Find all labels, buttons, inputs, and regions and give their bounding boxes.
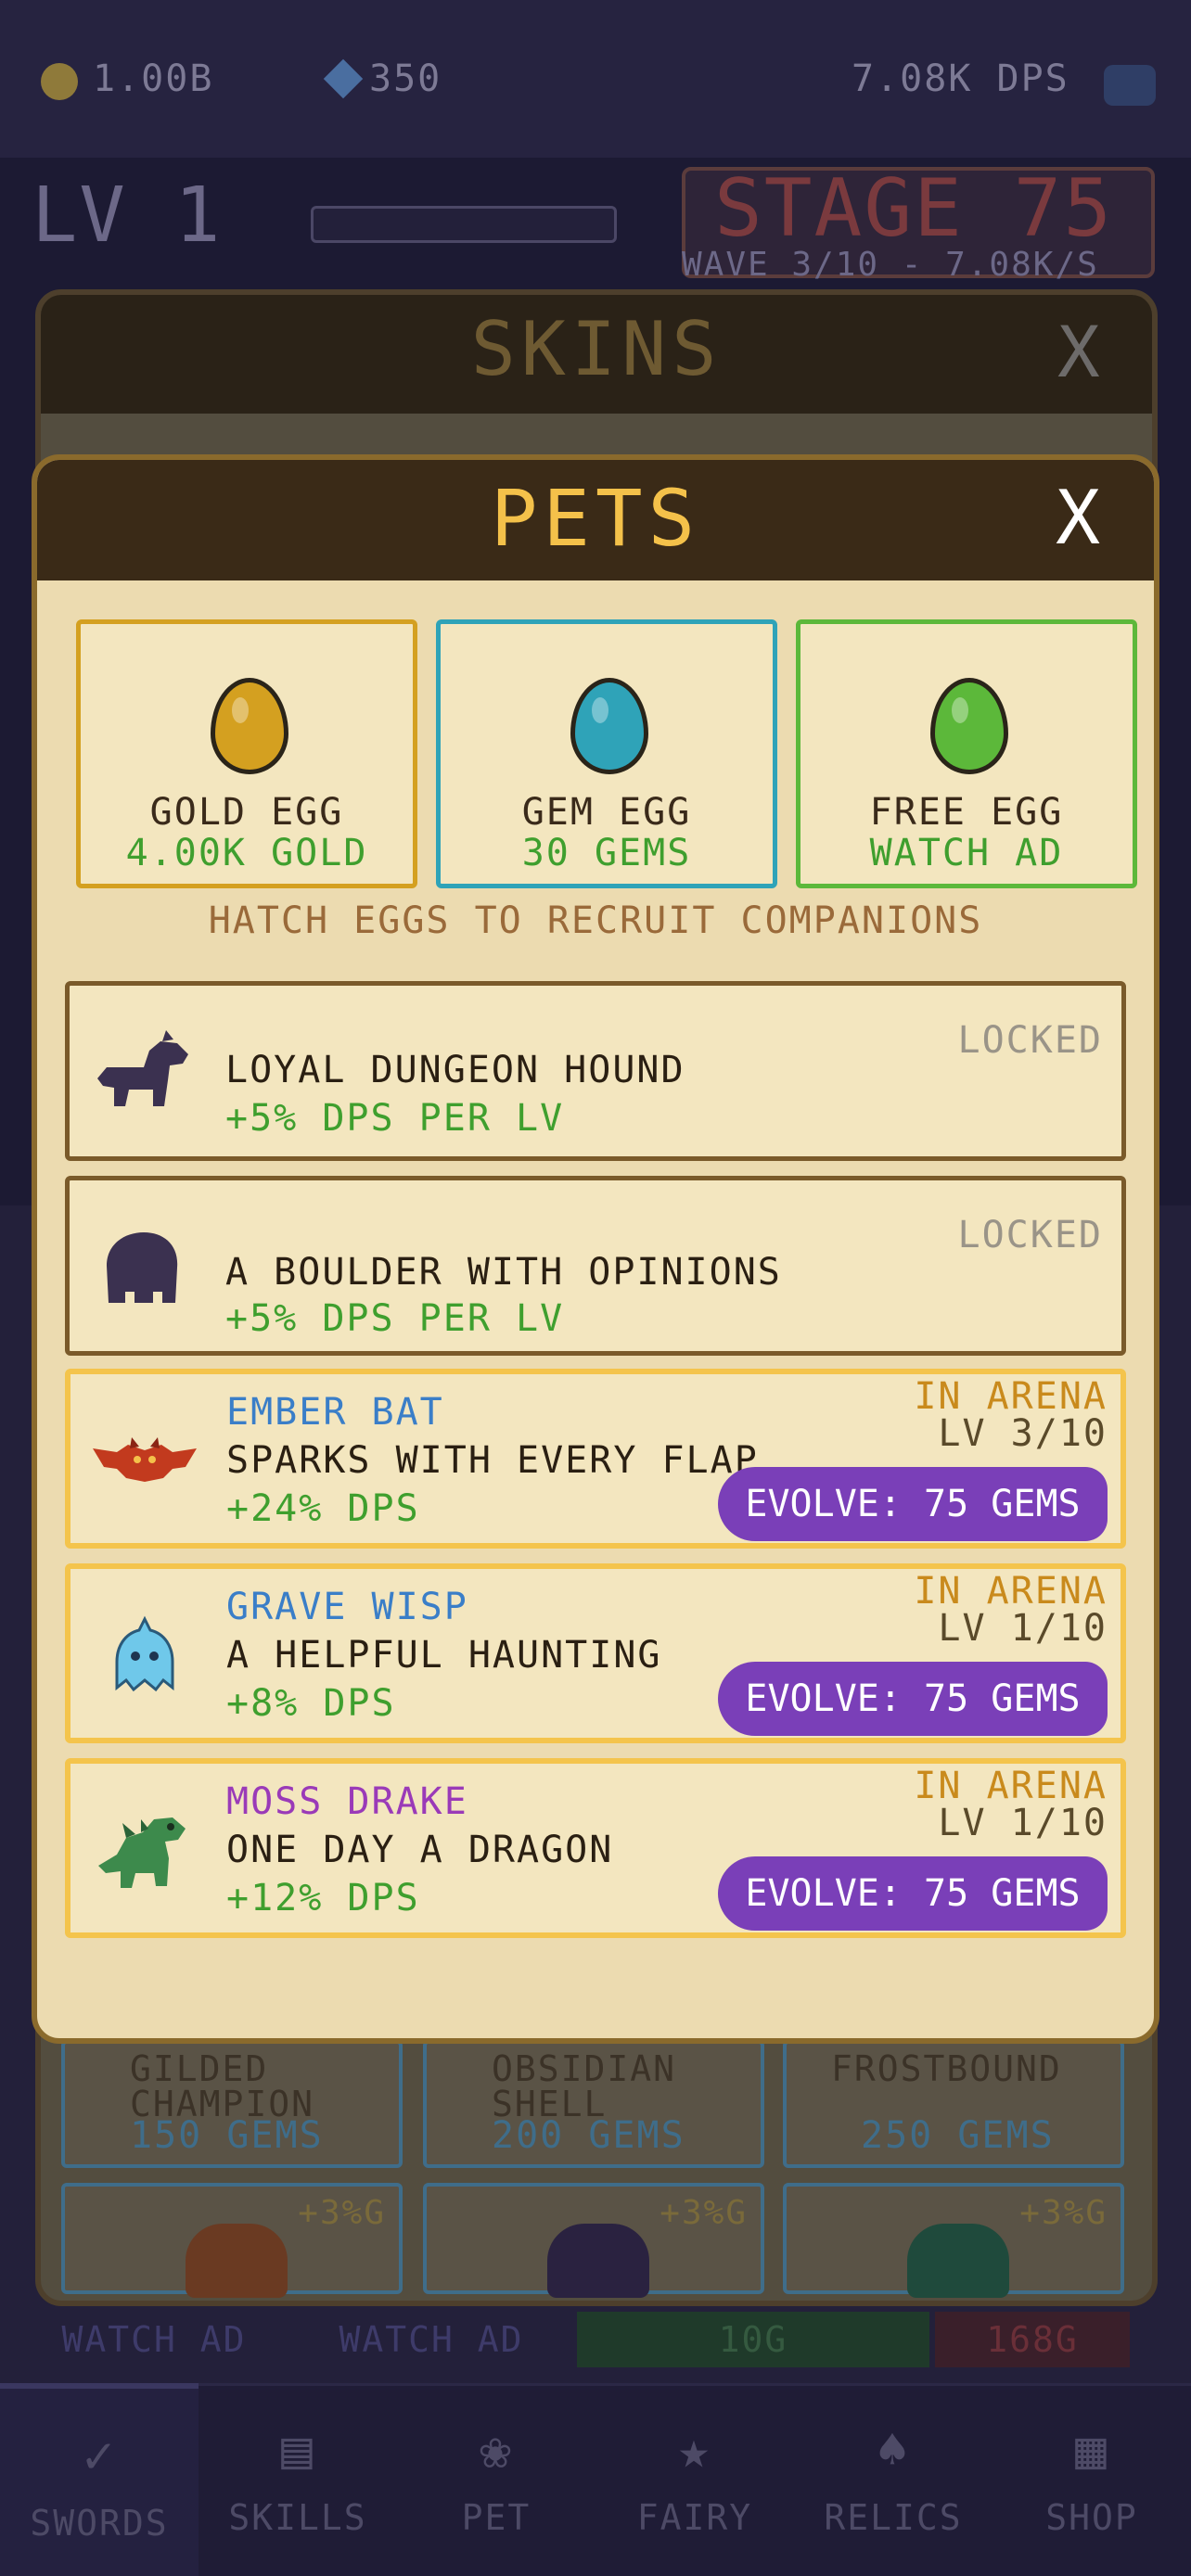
skin-price: 250 GEMS bbox=[861, 2114, 1055, 2157]
pet-name: EMBER BAT bbox=[226, 1391, 444, 1434]
skin-preview-card[interactable]: +3%G bbox=[61, 2183, 403, 2298]
pet-row-moss-drake[interactable]: MOSS DRAKE ONE DAY A DRAGON +12% DPS IN … bbox=[65, 1758, 1126, 1938]
pet-level: LV 3/10 bbox=[938, 1412, 1108, 1455]
skins-close-button[interactable]: X bbox=[1057, 311, 1102, 393]
pet-bonus: +24% DPS bbox=[226, 1487, 420, 1530]
gold-coin-icon bbox=[41, 63, 78, 100]
evolve-button[interactable]: EVOLVE: 75 GEMS bbox=[718, 1856, 1108, 1931]
boulder-silhouette-icon bbox=[107, 1232, 178, 1303]
player-level: LV 1 bbox=[32, 172, 223, 260]
skin-watch-ad-button[interactable]: WATCH AD bbox=[61, 2312, 247, 2367]
pet-description: ONE DAY A DRAGON bbox=[226, 1829, 614, 1871]
free-egg-icon bbox=[930, 678, 1008, 774]
pet-row-ember-bat[interactable]: EMBER BAT SPARKS WITH EVERY FLAP +24% DP… bbox=[65, 1369, 1126, 1549]
gold-amount: 1.00B bbox=[93, 57, 214, 100]
skin-card-gilded-champion[interactable]: GILDED CHAMPION 150 GEMS bbox=[61, 2040, 403, 2168]
skin-preview-card[interactable]: +3%G bbox=[783, 2183, 1124, 2298]
pet-bonus: +12% DPS bbox=[226, 1877, 420, 1919]
grave-wisp-icon bbox=[115, 1615, 174, 1692]
pet-description: A BOULDER WITH OPINIONS bbox=[225, 1251, 782, 1294]
skin-preview-card[interactable]: +3%G bbox=[423, 2183, 764, 2298]
egg-name: GEM EGG bbox=[521, 791, 692, 834]
pet-description: LOYAL DUNGEON HOUND bbox=[225, 1049, 685, 1091]
pets-title: PETS bbox=[490, 473, 701, 564]
skin-figure-icon bbox=[186, 2224, 288, 2298]
level-progress-bar bbox=[311, 206, 617, 243]
pets-close-button[interactable]: X bbox=[1056, 475, 1102, 561]
skin-card-obsidian-shell[interactable]: OBSIDIAN SHELL 200 GEMS bbox=[423, 2040, 764, 2168]
pet-arena-status: IN ARENA LV 1/10 bbox=[914, 1765, 1108, 1844]
skin-bonus: +3%G bbox=[660, 2194, 748, 2232]
pet-name: MOSS DRAKE bbox=[226, 1780, 468, 1823]
pet-level: LV 1/10 bbox=[938, 1607, 1108, 1650]
nav-tab-shop[interactable]: ▦ SHOP bbox=[992, 2383, 1191, 2576]
gem-amount: 350 bbox=[369, 57, 442, 100]
pet-bonus: +5% DPS PER LV bbox=[225, 1297, 565, 1340]
hatch-hint: HATCH EGGS TO RECRUIT COMPANIONS bbox=[208, 899, 983, 942]
evolve-button[interactable]: EVOLVE: 75 GEMS bbox=[718, 1467, 1108, 1541]
skin-name: FROSTBOUND bbox=[831, 2048, 1062, 2089]
settings-icon[interactable] bbox=[1104, 65, 1156, 106]
gem-egg-card[interactable]: GEM EGG 30 GEMS bbox=[436, 619, 777, 888]
pet-description: A HELPFUL HAUNTING bbox=[226, 1634, 662, 1677]
pet-bonus: +8% DPS bbox=[226, 1682, 396, 1725]
egg-cost: 30 GEMS bbox=[521, 832, 692, 874]
dps-readout: 7.08K DPS bbox=[852, 57, 1069, 100]
skin-buy-gold-button[interactable]: 168G bbox=[935, 2312, 1130, 2367]
nav-tab-swords[interactable]: ✓ SWORDS bbox=[0, 2383, 198, 2576]
scroll-icon: ▤ bbox=[281, 2420, 314, 2480]
hound-silhouette-icon bbox=[97, 1030, 188, 1106]
ember-bat-icon bbox=[93, 1437, 197, 1482]
skin-name: GILDED CHAMPION bbox=[130, 2048, 315, 2124]
nav-tab-relics[interactable]: ♠ RELICS bbox=[794, 2383, 992, 2576]
skin-price: 200 GEMS bbox=[492, 2114, 685, 2157]
shop-icon: ▦ bbox=[1075, 2420, 1108, 2480]
skin-figure-icon bbox=[547, 2224, 649, 2298]
pet-arena-status: IN ARENA LV 1/10 bbox=[914, 1570, 1108, 1650]
skins-title: SKINS bbox=[470, 306, 723, 392]
pet-row-grave-wisp[interactable]: GRAVE WISP A HELPFUL HAUNTING +8% DPS IN… bbox=[65, 1563, 1126, 1743]
skin-watch-ad-button[interactable]: WATCH AD bbox=[325, 2312, 538, 2367]
pet-row-locked: LOCKED LOYAL DUNGEON HOUND +5% DPS PER L… bbox=[65, 981, 1126, 1161]
evolve-button[interactable]: EVOLVE: 75 GEMS bbox=[718, 1662, 1108, 1736]
pet-arena-status: IN ARENA LV 3/10 bbox=[914, 1375, 1108, 1455]
gem-egg-icon bbox=[570, 678, 648, 774]
pet-name: GRAVE WISP bbox=[226, 1586, 468, 1628]
egg-cost: WATCH AD bbox=[869, 832, 1064, 874]
moss-drake-icon bbox=[98, 1817, 186, 1888]
skin-bonus: +3%G bbox=[298, 2194, 386, 2232]
pet-status: LOCKED bbox=[957, 1019, 1103, 1062]
wave-progress: WAVE 3/10 - 7.08K/S bbox=[682, 246, 1099, 284]
relic-icon: ♠ bbox=[877, 2420, 910, 2480]
egg-name: GOLD EGG bbox=[149, 791, 344, 834]
paw-icon: ❀ bbox=[480, 2420, 513, 2480]
gold-egg-icon bbox=[211, 678, 288, 774]
star-icon: ★ bbox=[678, 2420, 711, 2480]
stage-title: STAGE 75 bbox=[714, 162, 1114, 255]
egg-cost: 4.00K GOLD bbox=[125, 832, 368, 874]
free-egg-card[interactable]: FREE EGG WATCH AD bbox=[796, 619, 1137, 888]
pet-level: LV 1/10 bbox=[938, 1802, 1108, 1844]
skin-price: 150 GEMS bbox=[130, 2114, 324, 2157]
skin-name: OBSIDIAN SHELL bbox=[492, 2048, 677, 2124]
skin-buy-gold-button[interactable]: 10G bbox=[577, 2312, 929, 2367]
skin-card-frostbound[interactable]: FROSTBOUND 250 GEMS bbox=[783, 2040, 1124, 2168]
skin-figure-icon bbox=[907, 2224, 1009, 2298]
pet-status: LOCKED bbox=[957, 1214, 1103, 1256]
pet-bonus: +5% DPS PER LV bbox=[225, 1097, 565, 1140]
gold-egg-card[interactable]: GOLD EGG 4.00K GOLD bbox=[76, 619, 417, 888]
pet-row-locked: LOCKED A BOULDER WITH OPINIONS +5% DPS P… bbox=[65, 1176, 1126, 1356]
skin-bonus: +3%G bbox=[1019, 2194, 1108, 2232]
egg-name: FREE EGG bbox=[869, 791, 1064, 834]
nav-tab-fairy[interactable]: ★ FAIRY bbox=[596, 2383, 794, 2576]
nav-tab-skills[interactable]: ▤ SKILLS bbox=[198, 2383, 397, 2576]
nav-tab-pet[interactable]: ❀ PET bbox=[397, 2383, 596, 2576]
sword-icon: ✓ bbox=[83, 2426, 116, 2486]
pet-description: SPARKS WITH EVERY FLAP bbox=[226, 1439, 759, 1482]
